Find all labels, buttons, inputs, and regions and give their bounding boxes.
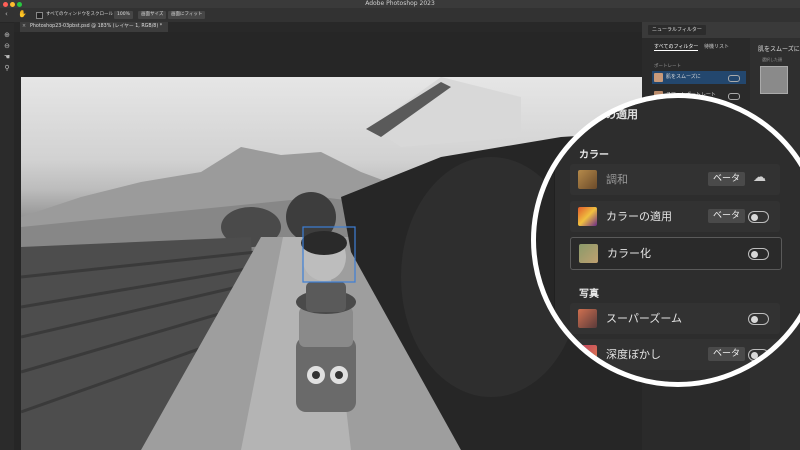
tab-waitlist[interactable]: 待機リスト: [704, 43, 729, 50]
settings-title: 肌をスムーズに: [758, 46, 800, 53]
fit-screen-button[interactable]: 画面サイズ: [138, 11, 167, 19]
document-tab-label: Photoshop23-03pbst.psd @ 183% (レイヤー 1, R…: [30, 24, 163, 29]
neural-filters-header: ニューラルフィルター: [642, 22, 800, 38]
document-tab-strip: × Photoshop23-03pbst.psd @ 183% (レイヤー 1,…: [14, 22, 642, 32]
document-tab[interactable]: × Photoshop23-03pbst.psd @ 183% (レイヤー 1,…: [20, 22, 169, 32]
magnifier-callout: の適用 カラー 調和 ベータ ☁ カラーの適用 ベータ カラー化 写真 スーパー…: [531, 93, 800, 387]
section-portrait: ポートレート: [654, 64, 681, 69]
magnifier-icon[interactable]: ⚲: [3, 64, 11, 72]
skin-smoothing-icon: [654, 73, 663, 82]
face-thumbnail[interactable]: [760, 66, 788, 94]
skin-smoothing-toggle[interactable]: [728, 75, 740, 82]
filter-skin-smoothing[interactable]: 肌をスムーズに: [652, 71, 746, 84]
neural-filters-panel-tab[interactable]: ニューラルフィルター: [648, 25, 706, 35]
hand-tool-icon: ✋: [18, 10, 27, 18]
back-chevron-icon[interactable]: ‹: [5, 10, 8, 18]
hand-icon[interactable]: ☚: [3, 53, 11, 61]
app-title: Adobe Photoshop 2023: [365, 0, 435, 7]
tools-panel: ⊕ ⊖ ☚ ⚲: [0, 23, 15, 450]
options-bar: ‹ ✋ すべてのウィンドウをスクロール 100% 画面サイズ 画面にフィット: [0, 8, 800, 23]
tab-all-filters[interactable]: すべてのフィルター: [654, 43, 699, 51]
title-bar: Adobe Photoshop 2023: [0, 0, 800, 8]
zoom-out-icon[interactable]: ⊖: [3, 42, 11, 50]
zoom-in-icon[interactable]: ⊕: [3, 31, 11, 39]
fill-screen-button[interactable]: 画面にフィット: [168, 11, 206, 19]
selected-face-label: 選択した顔: [762, 57, 782, 62]
close-tab-icon[interactable]: ×: [22, 22, 26, 32]
scroll-all-label: すべてのウィンドウをスクロール: [46, 12, 114, 17]
scroll-all-checkbox[interactable]: [36, 12, 43, 19]
zoom-100-button[interactable]: 100%: [114, 11, 133, 19]
